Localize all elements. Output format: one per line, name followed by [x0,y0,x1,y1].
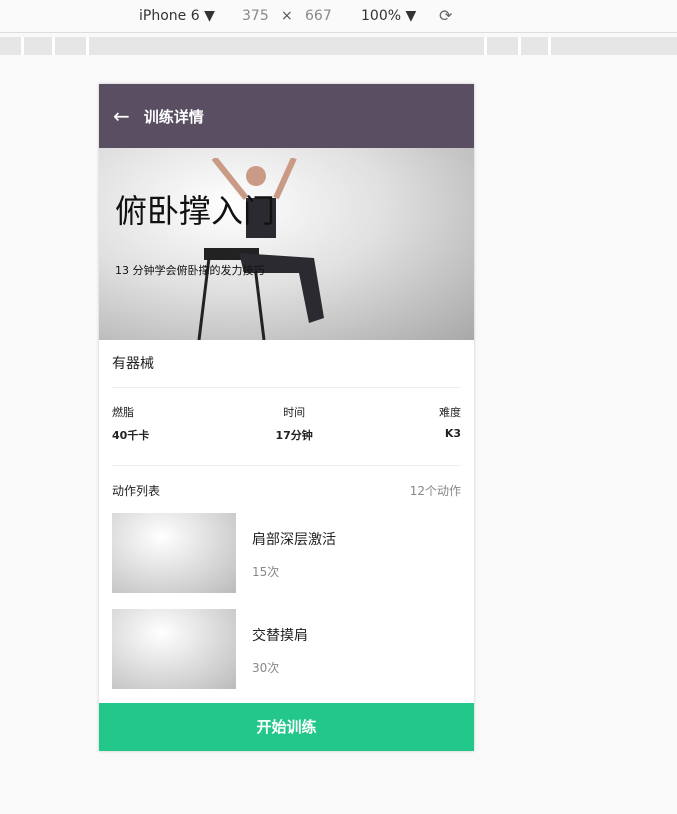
exercise-reps: 15次 [252,565,280,579]
media-query-bar[interactable] [0,37,677,55]
list-title: 动作列表 [112,484,161,498]
exercise-name: 肩部深层激活 [252,532,336,548]
times-sign: × [281,8,293,24]
width-input[interactable]: 375 [242,8,269,24]
list-item[interactable]: 肩部深层激活 15次 [112,513,461,593]
stat-time: 时间 17分钟 [276,404,313,443]
exercise-name: 交替摸肩 [252,628,308,644]
devtools-toolbar: iPhone 6 ▼ 375 × 667 100% ▼ ⟳ [0,0,677,33]
exercise-reps: 30次 [252,661,280,675]
course-subtitle: 13 分钟学会俯卧撑的发力技巧 [115,264,265,277]
nav-title: 训练详情 [143,107,204,126]
stats-row: 燃脂 40千卡 时间 17分钟 难度 K3 [112,388,461,466]
equipment-label: 有器械 [112,340,461,388]
stat-difficulty: 难度 K3 [439,404,461,443]
back-arrow-icon[interactable]: ← [113,104,130,128]
stat-value: K3 [444,427,461,440]
rotate-icon[interactable]: ⟳ [439,6,452,25]
zoom-select[interactable]: 100% ▼ [361,8,416,24]
course-title: 俯卧撑入门 [115,192,276,230]
hero-banner: 俯卧撑入门 13 分钟学会俯卧撑的发力技巧 [99,148,474,340]
nav-bar: ← 训练详情 [99,84,474,148]
exercise-thumbnail [112,513,236,593]
stat-calories: 燃脂 40千卡 [112,404,149,443]
stat-label: 难度 [439,406,461,419]
device-select[interactable]: iPhone 6 ▼ [139,8,215,24]
stat-label: 燃脂 [112,406,134,419]
exercise-thumbnail [112,609,236,689]
stat-value: 17分钟 [275,429,313,442]
list-header: 动作列表 12个动作 [112,466,461,513]
stat-label: 时间 [283,406,306,419]
phone-viewport: ← 训练详情 俯卧撑入门 13 分钟学会俯卧撑的发力技巧 有器械 燃脂 40千卡 … [99,84,474,751]
start-training-button[interactable]: 开始训练 [99,703,474,751]
height-input[interactable]: 667 [305,8,332,24]
stat-value: 40千卡 [112,429,150,442]
list-item[interactable]: 交替摸肩 30次 [112,609,461,689]
list-count: 12个动作 [409,484,461,498]
